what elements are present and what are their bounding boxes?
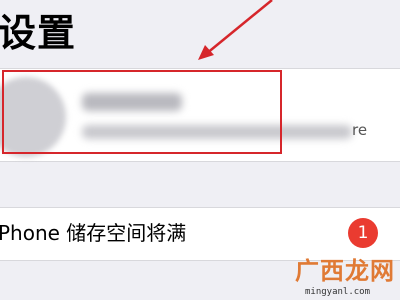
storage-row-label: Phone 储存空间将满 <box>0 221 187 245</box>
storage-almost-full-row[interactable]: Phone 储存空间将满 1 <box>0 207 400 261</box>
watermark-url: mingyanl.com <box>305 287 371 297</box>
arrow-head <box>198 45 214 60</box>
arrow-shaft <box>205 0 273 55</box>
watermark-logo: 广西龙网 <box>295 256 395 285</box>
notification-badge: 1 <box>348 218 378 248</box>
